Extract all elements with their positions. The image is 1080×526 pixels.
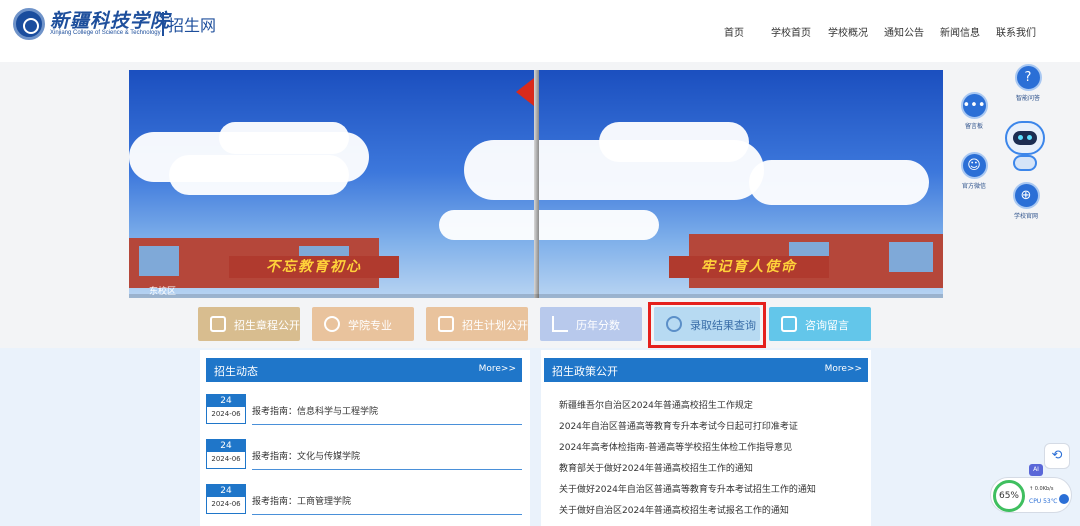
school-name-cn[interactable]: 新疆科技学院 — [50, 6, 170, 33]
banner-slogan-left: 不忘教育初心 — [229, 256, 399, 278]
policy-list-item[interactable]: 教育部关于做好2024年普通高校招生工作的通知 — [559, 461, 753, 474]
ai-badge[interactable]: AI — [1029, 464, 1043, 476]
news-item[interactable]: 24 2024-06 报考指南：信息科学与工程学院 — [206, 394, 522, 428]
cloud — [599, 122, 749, 162]
cpu-usage-ring: 65% — [993, 480, 1025, 512]
robot-eye — [1018, 135, 1023, 140]
school-name-en: Xinjiang College of Science & Technology — [50, 30, 161, 36]
banner-slogan-right: 牢记育人使命 — [669, 256, 829, 278]
robot-head — [1005, 121, 1045, 155]
site-name[interactable]: 招生网 — [168, 12, 216, 36]
message-icon — [781, 316, 797, 332]
policy-list-item[interactable]: 关于做好自治区2024年普通高校招生考试报名工作的通知 — [559, 503, 789, 516]
nav-home[interactable]: 首页 — [724, 24, 744, 39]
cloud — [219, 122, 349, 154]
news-item[interactable]: 24 2024-06 报考指南：文化与传媒学院 — [206, 439, 522, 473]
chat-icon: ••• — [960, 92, 988, 119]
policy-list-item[interactable]: 关于做好2024年自治区普通高等教育专升本考试招生工作的通知 — [559, 482, 816, 495]
news-item[interactable]: 24 2024-06 报考指南：工商管理学院 — [206, 484, 522, 518]
majors-label: 学院专业 — [348, 319, 392, 332]
date-day: 24 — [207, 395, 245, 407]
performance-monitor[interactable]: 65% ↑ 0.0Kb/s CPU 53℃ — [990, 477, 1072, 513]
logo-divider — [162, 12, 164, 36]
news-divider — [252, 424, 522, 425]
date-day: 24 — [207, 485, 245, 497]
cloud — [749, 160, 929, 205]
news-item-title[interactable]: 报考指南：信息科学与工程学院 — [252, 404, 378, 417]
boost-icon[interactable] — [1059, 494, 1069, 504]
robot-eye — [1027, 135, 1032, 140]
policy-list-item[interactable]: 2024年自治区普通高等教育专升本考试今日起可打印准考证 — [559, 419, 798, 432]
admission-news-more-link[interactable]: More>> — [479, 364, 516, 374]
admission-charter-button[interactable]: 招生章程公开 — [198, 307, 300, 341]
school-website-label: 学校官网 — [1013, 213, 1038, 220]
nav-contact[interactable]: 联系我们 — [996, 24, 1036, 39]
admission-news-header: 招生动态 More>> — [206, 358, 522, 382]
robot-face — [1013, 131, 1037, 145]
news-divider — [252, 469, 522, 470]
lower-section-bg — [0, 348, 1080, 526]
admission-policy-header: 招生政策公开 More>> — [544, 358, 868, 382]
message-board-label: 留言板 — [964, 123, 983, 130]
banner-caption-bar — [129, 294, 943, 298]
consultation-message-label: 咨询留言 — [805, 319, 849, 332]
date-badge: 24 2024-06 — [206, 439, 246, 469]
admission-charter-label: 招生章程公开 — [234, 319, 300, 332]
news-item-title[interactable]: 报考指南：工商管理学院 — [252, 494, 351, 507]
admission-policy-title: 招生政策公开 — [552, 365, 618, 378]
robot-body — [1013, 155, 1037, 171]
flag-icon — [516, 78, 534, 106]
cpu-temperature: CPU 53℃ — [1029, 498, 1058, 505]
group-icon — [324, 316, 340, 332]
date-badge: 24 2024-06 — [206, 394, 246, 424]
consultation-message-button[interactable]: 咨询留言 — [769, 307, 871, 341]
enrollment-plan-label: 招生计划公开 — [462, 319, 528, 332]
highlight-box — [648, 302, 766, 348]
cloud — [169, 155, 349, 195]
news-divider — [252, 514, 522, 515]
wechat-icon: ☺ — [960, 152, 988, 179]
nav-news[interactable]: 新闻信息 — [940, 24, 980, 39]
message-board-button[interactable]: ••• 留言板 — [958, 92, 990, 130]
nav-notices[interactable]: 通知公告 — [884, 24, 924, 39]
smart-qa-button[interactable]: ? 智能问答 — [1010, 64, 1046, 102]
flagpole — [534, 70, 539, 298]
nav-school-home[interactable]: 学校首页 — [771, 24, 811, 39]
campus-banner: 不忘教育初心 牢记育人使命 东校区 — [129, 70, 943, 298]
date-year-month: 2024-06 — [211, 410, 241, 418]
globe-icon: ⊕ — [1012, 182, 1040, 209]
admission-policy-more-link[interactable]: More>> — [825, 364, 862, 374]
nav-school-overview[interactable]: 学校概况 — [828, 24, 868, 39]
edit-icon — [438, 316, 454, 332]
cloud — [439, 210, 659, 240]
policy-list-item[interactable]: 新疆维吾尔自治区2024年普通高校招生工作规定 — [559, 398, 753, 411]
chart-icon — [552, 316, 568, 332]
assistant-robot-icon[interactable] — [999, 113, 1051, 173]
official-wechat-button[interactable]: ☺ 官方微信 — [957, 152, 991, 190]
date-day: 24 — [207, 440, 245, 452]
admission-policy-panel: 招生政策公开 More>> 新疆维吾尔自治区2024年普通高校招生工作规定 20… — [541, 350, 871, 526]
admission-news-title: 招生动态 — [214, 365, 258, 378]
admission-news-panel: 招生动态 More>> 24 2024-06 报考指南：信息科学与工程学院 24… — [200, 350, 530, 526]
historical-scores-label: 历年分数 — [576, 319, 620, 332]
news-item-title[interactable]: 报考指南：文化与传媒学院 — [252, 449, 360, 462]
document-icon — [210, 316, 226, 332]
site-header: 新疆科技学院 Xinjiang College of Science & Tec… — [0, 0, 1080, 62]
school-website-button[interactable]: ⊕ 学校官网 — [1009, 182, 1043, 220]
official-wechat-label: 官方微信 — [961, 183, 986, 190]
policy-list-item[interactable]: 2024年高考体检指南-普通高等学校招生体检工作指导意见 — [559, 440, 792, 453]
majors-button[interactable]: 学院专业 — [312, 307, 414, 341]
date-year-month: 2024-06 — [211, 500, 241, 508]
historical-scores-button[interactable]: 历年分数 — [540, 307, 642, 341]
date-badge: 24 2024-06 — [206, 484, 246, 514]
banner-caption: 东校区 — [149, 287, 177, 297]
enrollment-plan-button[interactable]: 招生计划公开 — [426, 307, 528, 341]
network-speed: ↑ 0.0Kb/s — [1029, 486, 1054, 492]
date-year-month: 2024-06 — [211, 455, 241, 463]
school-emblem-icon[interactable] — [13, 8, 45, 40]
question-icon: ? — [1014, 64, 1042, 91]
smart-qa-label: 智能问答 — [1015, 95, 1040, 102]
translate-tool-icon[interactable]: ⟲ — [1044, 443, 1070, 469]
